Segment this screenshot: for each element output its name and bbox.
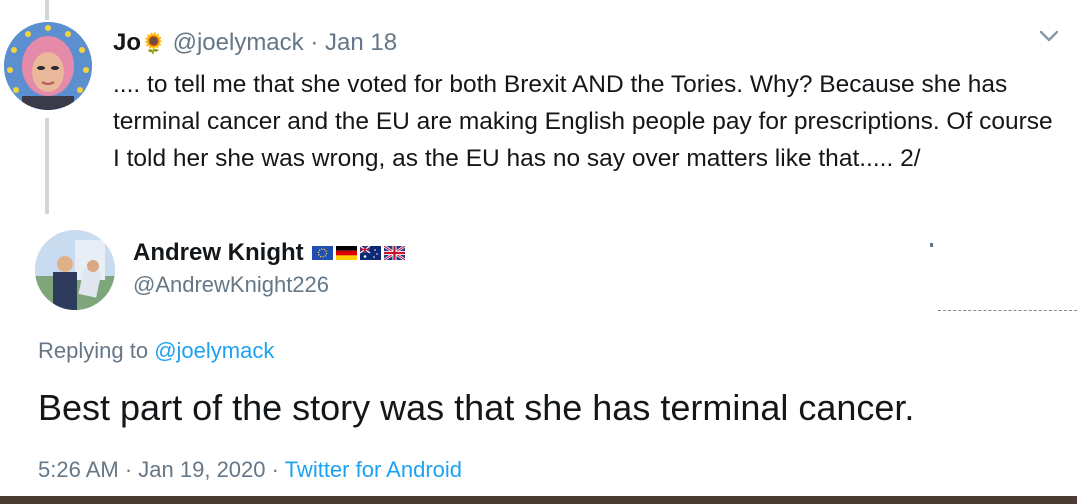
tweet2-author-name[interactable]: Andrew Knight	[133, 238, 405, 268]
separator: ·	[124, 457, 133, 482]
separator: ·	[310, 29, 319, 56]
thread-line-top	[45, 0, 49, 20]
tweet1-text: .... to tell me that she voted for both …	[113, 71, 1053, 172]
avatar-jo[interactable]	[4, 22, 92, 110]
uk-flag-icon	[383, 246, 405, 260]
tweet2-author-name-text[interactable]: Andrew Knight	[133, 238, 304, 268]
separator: ·	[271, 457, 279, 482]
replying-to: Replying to @joelymack	[38, 336, 274, 366]
tweet2-time[interactable]: 5:26 AM	[38, 457, 119, 482]
sunflower-icon: 🌻	[141, 33, 166, 55]
thread-line	[45, 118, 49, 214]
tweet2-handle[interactable]: @AndrewKnight226	[133, 270, 329, 300]
artifact-mark	[930, 243, 933, 247]
divider	[938, 310, 1077, 311]
tweet1-author-name[interactable]: Jo	[113, 29, 141, 56]
tweet1-handle[interactable]: @joelymack	[173, 29, 304, 56]
flag-emojis	[311, 246, 405, 260]
replying-to-prefix: Replying to	[38, 338, 149, 363]
australia-flag-icon	[359, 246, 381, 260]
bottom-border	[0, 496, 1077, 504]
tweet2-source[interactable]: Twitter for Android	[285, 457, 462, 482]
germany-flag-icon	[335, 246, 357, 260]
tweet2-date[interactable]: Jan 19, 2020	[138, 457, 265, 482]
avatar-andrew[interactable]	[35, 230, 115, 310]
replying-to-handle[interactable]: @joelymack	[154, 338, 274, 363]
eu-flag-icon	[311, 246, 333, 260]
tweet2-meta: 5:26 AM · Jan 19, 2020 · Twitter for And…	[38, 455, 462, 485]
tweet1-date[interactable]: Jan 18	[325, 29, 397, 56]
chevron-down-icon[interactable]	[1038, 28, 1060, 44]
tweet1-header: Jo🌻 @joelymack · Jan 18	[113, 28, 397, 59]
tweet2-text: Best part of the story was that she has …	[38, 387, 915, 428]
